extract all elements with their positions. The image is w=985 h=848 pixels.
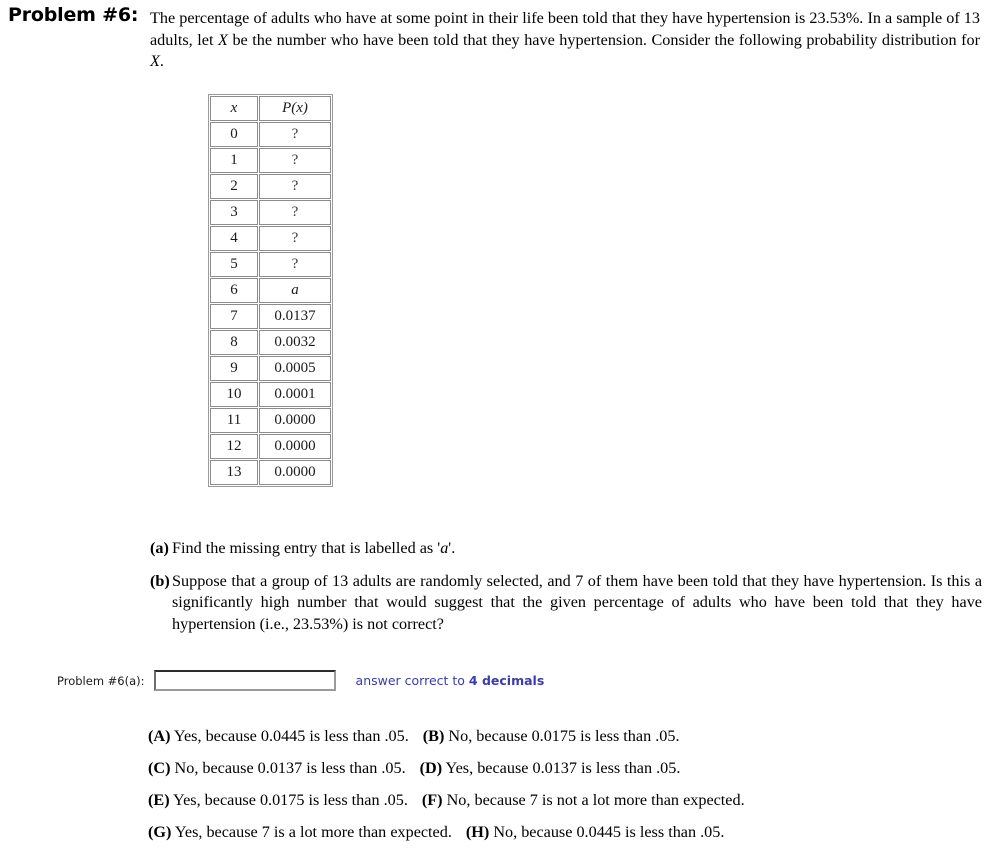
table-cell-px: 0.0032 — [259, 330, 331, 355]
choice-option-h[interactable]: (H) No, because 0.0445 is less than .05. — [466, 816, 725, 848]
statement-variable-1: X — [218, 30, 228, 49]
answer-input-6a[interactable] — [153, 670, 336, 691]
table-row: 1? — [210, 148, 331, 173]
table-cell-px: ? — [259, 200, 331, 225]
table-cell-px: ? — [259, 148, 331, 173]
table-cell-px: 0.0000 — [259, 408, 331, 433]
choice-text: No, because 0.0137 is less than .05. — [170, 759, 406, 777]
table-cell-px: 0.0137 — [259, 304, 331, 329]
answer-field-label: Problem #6(a): — [57, 673, 145, 688]
table-cell-px: 0.0000 — [259, 460, 331, 485]
table-cell-px: ? — [259, 252, 331, 277]
choice-text: Yes, because 7 is a lot more than expect… — [171, 823, 452, 841]
part-a-text-before: Find the missing entry that is labelled … — [172, 539, 441, 557]
choice-text: No, because 0.0175 is less than .05. — [444, 727, 680, 745]
choice-option-e[interactable]: (E) Yes, because 0.0175 is less than .05… — [148, 784, 408, 816]
choice-tag: (E) — [148, 791, 170, 809]
table-cell-x: 5 — [210, 252, 258, 277]
table-row: 2? — [210, 174, 331, 199]
part-b: (b) Suppose that a group of 13 adults are… — [150, 571, 982, 636]
table-row: 8 0.0032 — [210, 330, 331, 355]
answer-note-emphasis: 4 decimals — [468, 673, 545, 688]
table-cell-x: 11 — [210, 408, 258, 433]
choice-text: Yes, because 0.0137 is less than .05. — [442, 759, 681, 777]
choice-tag: (G) — [148, 823, 172, 841]
table-cell-x: 10 — [210, 382, 258, 407]
statement-text-part2: be the number who have been told that th… — [227, 30, 980, 49]
table-row: 12 0.0000 — [210, 434, 331, 459]
table-row: 0? — [210, 122, 331, 147]
choice-option-f[interactable]: (F) No, because 7 is not a lot more than… — [422, 784, 745, 816]
table-row: 13 0.0000 — [210, 460, 331, 485]
choice-text: No, because 0.0445 is less than .05. — [489, 823, 725, 841]
table-cell-x: 0 — [210, 122, 258, 147]
problem-statement: The percentage of adults who have at som… — [150, 8, 980, 73]
table-cell-px: 0.0001 — [259, 382, 331, 407]
table-cell-x: 1 — [210, 148, 258, 173]
part-a-text-after: '. — [448, 539, 456, 557]
table-cell-x: 2 — [210, 174, 258, 199]
choice-tag: (C) — [148, 759, 171, 777]
answer-precision-note: answer correct to 4 decimals — [356, 673, 545, 688]
table-row: 3? — [210, 200, 331, 225]
table-cell-px: ? — [259, 226, 331, 251]
table-row: 9 0.0005 — [210, 356, 331, 381]
choice-option-a[interactable]: (A) Yes, because 0.0445 is less than .05… — [148, 720, 409, 752]
table-header-x: x — [210, 96, 258, 121]
choice-row: (A) Yes, because 0.0445 is less than .05… — [148, 720, 983, 752]
table-header-row: x P(x) — [210, 96, 331, 121]
table-row: 10 0.0001 — [210, 382, 331, 407]
table-header-px-label: P(x) — [282, 100, 308, 116]
table-cell-px: 0.0005 — [259, 356, 331, 381]
table-cell-x: 9 — [210, 356, 258, 381]
probability-distribution-table: x P(x) 0? 1? 2? 3? 4? 5? 6 a 7 0.0137 8 0.0032 9 0.00… — [208, 94, 333, 487]
table-cell-x: 7 — [210, 304, 258, 329]
table-cell-px: ? — [259, 122, 331, 147]
table-header-px: P(x) — [259, 96, 331, 121]
problem-header: Problem #6: — [8, 4, 139, 26]
problem-parts: (a) Find the missing entry that is labell… — [150, 538, 982, 646]
answer-row: Problem #6(a): answer correct to 4 decim… — [57, 670, 544, 691]
table-row: 11 0.0000 — [210, 408, 331, 433]
choice-row: (G) Yes, because 7 is a lot more than ex… — [148, 816, 983, 848]
choice-text: Yes, because 0.0175 is less than .05. — [169, 791, 408, 809]
table-cell-px: a — [259, 278, 331, 303]
choice-tag: (B) — [422, 727, 445, 745]
statement-variable-2: X — [150, 52, 160, 70]
choice-row: (C) No, because 0.0137 is less than .05.… — [148, 752, 983, 784]
table-cell-x: 13 — [210, 460, 258, 485]
table-cell-px: ? — [259, 174, 331, 199]
choice-tag: (H) — [465, 823, 490, 841]
choice-tag: (F) — [421, 791, 443, 809]
statement-text-part3: . — [159, 52, 164, 70]
choice-text: No, because 7 is not a lot more than exp… — [442, 791, 745, 809]
table-row: 5? — [210, 252, 331, 277]
answer-note-prefix: answer correct to — [355, 673, 469, 688]
table-row: 6a — [210, 278, 331, 303]
table-cell-x: 3 — [210, 200, 258, 225]
choice-text: Yes, because 0.0445 is less than .05. — [170, 727, 409, 745]
choice-tag: (A) — [148, 727, 171, 745]
part-a-tag: (a) — [150, 539, 169, 557]
part-b-tag: (b) — [150, 571, 170, 590]
choice-option-c[interactable]: (C) No, because 0.0137 is less than .05. — [148, 752, 406, 784]
choice-option-d[interactable]: (D) Yes, because 0.0137 is less than .05… — [420, 752, 681, 784]
multiple-choice-options: (A) Yes, because 0.0445 is less than .05… — [148, 720, 983, 848]
table-cell-x: 8 — [210, 330, 258, 355]
part-b-text: Suppose that a group of 13 adults are ra… — [172, 571, 982, 633]
table-cell-x: 6 — [210, 278, 258, 303]
table-cell-x: 4 — [210, 226, 258, 251]
table-row: 4? — [210, 226, 331, 251]
choice-option-b[interactable]: (B) No, because 0.0175 is less than .05. — [423, 720, 680, 752]
choice-row: (E) Yes, because 0.0175 is less than .05… — [148, 784, 983, 816]
part-a: (a) Find the missing entry that is labell… — [150, 538, 982, 560]
table-cell-px: 0.0000 — [259, 434, 331, 459]
table-row: 7 0.0137 — [210, 304, 331, 329]
table-cell-x: 12 — [210, 434, 258, 459]
choice-option-g[interactable]: (G) Yes, because 7 is a lot more than ex… — [148, 816, 452, 848]
choice-tag: (D) — [419, 759, 443, 777]
